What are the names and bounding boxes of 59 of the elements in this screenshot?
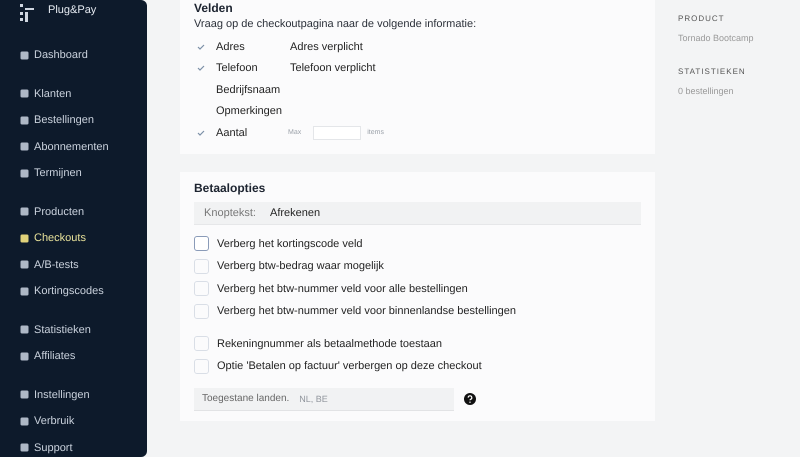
quantity-field[interactable] <box>313 126 362 140</box>
nav-icon <box>20 142 29 152</box>
check-icon[interactable] <box>196 42 206 52</box>
checkbox[interactable] <box>194 236 209 252</box>
field-label: Telefoon <box>216 62 259 74</box>
option-label: Verberg het kortingscode veld <box>217 238 363 250</box>
nav-icon <box>20 443 29 452</box>
section-title: Velden <box>194 0 234 16</box>
sidebar-item[interactable]: Instellingen <box>20 382 90 408</box>
nav-icon <box>20 325 29 334</box>
intro-text: Vraag op de checkoutpagina naar de volgende informatie: <box>194 18 478 30</box>
nav-icon <box>20 207 29 216</box>
button-text-field[interactable]: Knoptekst: Afrekenen <box>194 202 641 224</box>
sidebar-item[interactable]: Verbruik <box>20 408 74 434</box>
nav-icon <box>20 416 29 426</box>
option-label: Verberg btw-bedrag waar mogelijk <box>217 260 384 272</box>
brand-name: Plug&Pay <box>48 4 96 16</box>
countries-field[interactable]: Toegestane landen. NL, BE <box>194 388 454 410</box>
nav-icon <box>20 89 29 98</box>
sidebar-item[interactable]: Klanten <box>20 80 72 107</box>
nav-icon <box>20 286 29 296</box>
check-icon[interactable] <box>196 128 206 138</box>
sidebar-item[interactable]: Abonnementen <box>20 134 109 160</box>
aside-value: 0 bestellingen <box>678 86 735 96</box>
sidebar-item[interactable]: A/B-tests <box>20 252 79 278</box>
sidebar-item[interactable]: Support <box>20 434 73 457</box>
field-label: Opmerkingen <box>216 105 284 118</box>
field-label: Aantal <box>216 126 248 139</box>
aside-value: Tornado Bootcamp <box>678 33 754 43</box>
option-label: Optie 'Betalen op factuur' verbergen op deze checkout <box>217 360 482 372</box>
countries-label: Toegestane landen. <box>202 393 290 404</box>
sidebar-item[interactable]: Producten <box>20 198 84 225</box>
sidebar-item[interactable]: Kortingscodes <box>20 278 104 304</box>
option-label: Verberg het btw-nummer veld voor alle bestellingen <box>217 282 468 295</box>
sidebar-item[interactable]: Dashboard <box>20 42 88 68</box>
nav-icon <box>20 234 29 243</box>
help-icon[interactable] <box>464 393 476 405</box>
aside-heading: PRODUCT <box>678 14 726 23</box>
option-label: Verberg het btw-nummer veld voor binnenlandse bestellingen <box>217 305 516 318</box>
section-title: Betaalopties <box>194 180 266 196</box>
aside-heading: STATISTIEKEN <box>678 67 747 76</box>
nav-icon <box>20 390 29 400</box>
sidebar-item[interactable]: Checkouts <box>20 225 86 252</box>
sidebar-item[interactable]: Termijnen <box>20 160 82 186</box>
sidebar-item[interactable]: Statistieken <box>20 316 91 343</box>
required-option[interactable]: Adres verplicht <box>290 40 363 53</box>
nav-icon <box>20 116 29 125</box>
sidebar-item[interactable]: Bestellingen <box>20 107 94 134</box>
nav-icon <box>20 168 29 178</box>
nav-icon <box>20 352 29 361</box>
required-option[interactable]: Telefoon verplicht <box>290 62 376 74</box>
option-label: Rekeningnummer als betaalmethode toestaan <box>217 338 442 350</box>
nav-icon <box>20 50 29 60</box>
check-icon[interactable] <box>196 63 206 74</box>
field-label: Adres <box>216 40 246 53</box>
logo-icon <box>20 4 34 22</box>
nav-icon <box>20 260 29 270</box>
sidebar-item[interactable]: Affiliates <box>20 343 76 370</box>
field-label: Bedrijfsnaam <box>216 84 282 96</box>
